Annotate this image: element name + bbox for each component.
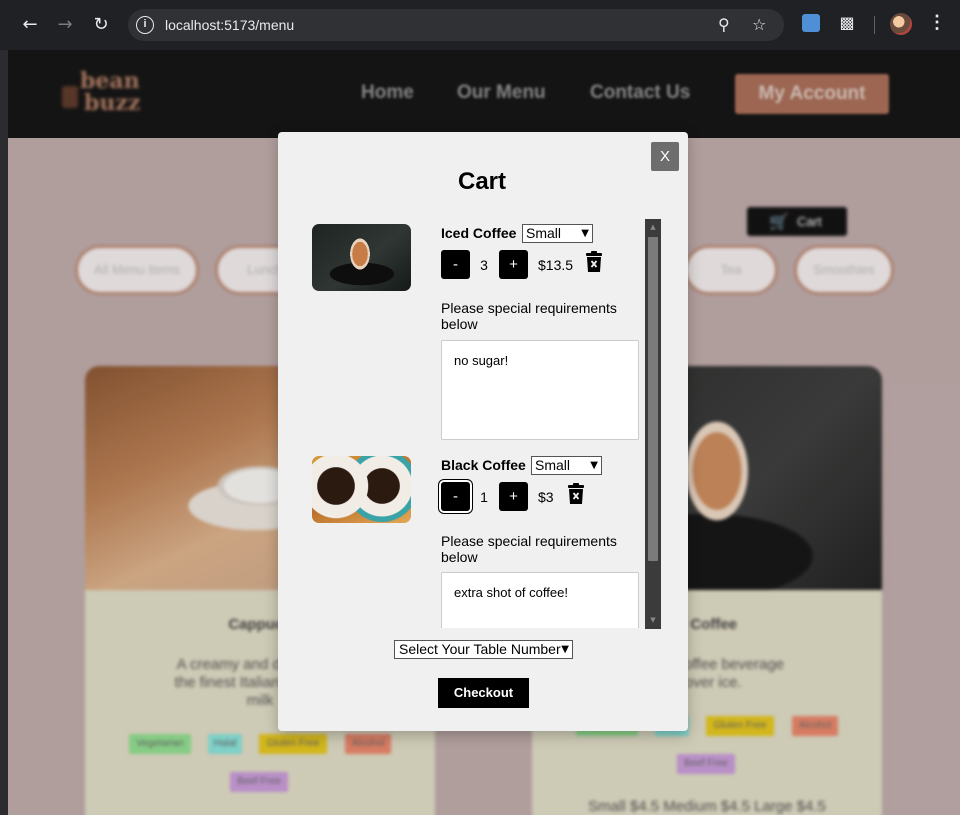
- cart-modal: X Cart Iced Coffee Small ▼ - 3 + $13.5 P…: [278, 132, 688, 731]
- page: bean buzz Home Our Menu Contact Us My Ac…: [8, 50, 960, 815]
- scroll-thumb[interactable]: [648, 237, 658, 561]
- increase-quantity-button[interactable]: +: [499, 250, 528, 279]
- increase-quantity-button[interactable]: +: [499, 482, 528, 511]
- table-select-value: Select Your Table Number: [399, 641, 561, 657]
- scroll-up-icon[interactable]: ▲: [649, 223, 657, 231]
- back-icon[interactable]: ←: [17, 12, 43, 38]
- item-price: $3: [538, 489, 554, 505]
- size-select[interactable]: Small ▼: [531, 456, 602, 475]
- size-value: Small: [535, 457, 571, 473]
- size-value: Small: [526, 225, 562, 241]
- address-bar[interactable]: i localhost:5173/menu ⚲ ☆: [128, 9, 784, 41]
- iced-coffee-thumbnail: [312, 224, 411, 291]
- special-request-label: Please special requirements below: [441, 533, 617, 565]
- menu-dots-icon[interactable]: ⋮: [928, 12, 946, 33]
- special-request-input[interactable]: extra shot of coffee!: [441, 572, 639, 628]
- forward-icon[interactable]: →: [52, 12, 78, 38]
- cart-scrollbar[interactable]: ▲ ▼: [645, 219, 661, 629]
- special-request-input[interactable]: no sugar!: [441, 340, 639, 440]
- reload-icon[interactable]: ↻: [88, 12, 114, 38]
- chevron-down-icon: ▼: [590, 460, 598, 471]
- profile-avatar[interactable]: [890, 13, 912, 35]
- cart-item-list[interactable]: Iced Coffee Small ▼ - 3 + $13.5 Please sp…: [278, 218, 644, 628]
- item-name: Black Coffee: [441, 457, 526, 473]
- quantity-value: 3: [480, 257, 488, 273]
- background-window-strip: [0, 50, 8, 815]
- quantity-value: 1: [480, 489, 488, 505]
- cart-item: Black Coffee Small ▼ - 1 + $3 Please spec…: [278, 450, 644, 628]
- checkout-button[interactable]: Checkout: [438, 678, 529, 708]
- decrease-quantity-button[interactable]: -: [441, 482, 470, 511]
- item-name: Iced Coffee: [441, 225, 517, 241]
- black-coffee-thumbnail: [312, 456, 411, 523]
- chevron-down-icon: ▼: [561, 644, 569, 655]
- cart-title: Cart: [457, 168, 506, 195]
- decrease-quantity-button[interactable]: -: [441, 250, 470, 279]
- screen: ← → ↻ i localhost:5173/menu ⚲ ☆ ▩ ⋮ bean…: [0, 0, 960, 815]
- key-icon[interactable]: ⚲: [718, 15, 730, 35]
- close-button[interactable]: X: [651, 142, 679, 171]
- url-text[interactable]: localhost:5173/menu: [165, 17, 294, 33]
- item-price: $13.5: [538, 257, 574, 273]
- trash-icon[interactable]: [584, 251, 604, 273]
- toolbar-divider: [874, 16, 875, 34]
- table-number-select[interactable]: Select Your Table Number ▼: [394, 640, 573, 659]
- browser-toolbar: ← → ↻ i localhost:5173/menu ⚲ ☆ ▩ ⋮: [0, 0, 960, 50]
- scroll-down-icon[interactable]: ▼: [649, 616, 657, 624]
- extension-icon[interactable]: [802, 14, 820, 32]
- special-request-label: Please special requirements below: [441, 300, 617, 332]
- site-info-icon[interactable]: i: [136, 16, 154, 34]
- puzzle-icon[interactable]: ▩: [838, 14, 856, 32]
- size-select[interactable]: Small ▼: [522, 224, 593, 243]
- star-icon[interactable]: ☆: [752, 15, 766, 35]
- chevron-down-icon: ▼: [581, 228, 589, 239]
- cart-item: Iced Coffee Small ▼ - 3 + $13.5 Please sp…: [278, 218, 644, 450]
- trash-icon[interactable]: [566, 483, 586, 505]
